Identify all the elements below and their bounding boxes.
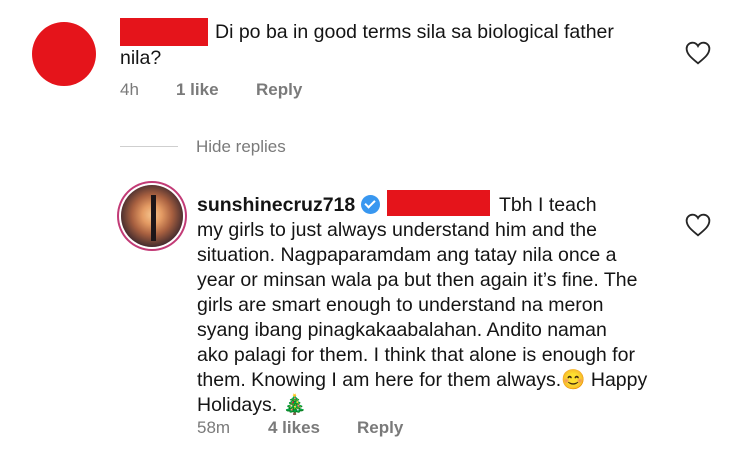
reply-time: 58m — [197, 418, 231, 437]
reply-line-7: them. Knowing I am here for them always.… — [197, 369, 648, 391]
reply-button[interactable]: Reply — [256, 80, 302, 100]
comment-likes[interactable]: 1 like — [176, 80, 219, 100]
hide-replies-button[interactable]: Hide replies — [196, 137, 286, 157]
reply-line-3: year or minsan wala pa but then again it… — [197, 269, 638, 291]
heart-outline-icon[interactable] — [685, 41, 711, 65]
reply-label: Reply — [256, 80, 303, 99]
reply-line-4: girls are smart enough to understand na … — [197, 294, 604, 316]
verified-badge-icon — [361, 195, 381, 214]
thread-divider — [120, 146, 178, 147]
reply-line-2: situation. Nagpaparamdam ang tatay nila … — [197, 244, 617, 266]
avatar-sunshinecruz718[interactable] — [121, 185, 183, 247]
reply-line-1: my girls to just always understand him a… — [197, 219, 597, 241]
heart-outline-icon[interactable] — [685, 213, 711, 237]
reply-reply-label: Reply — [357, 418, 404, 437]
redacted-mention — [387, 190, 490, 216]
likes-count: 1 like — [176, 80, 219, 99]
reply-line-6: ako palagi for them. I think that alone … — [197, 344, 635, 366]
avatar-tower-silhouette — [151, 195, 156, 241]
reply-line-5: syang ibang pinagkakaabalahan. Andito na… — [197, 319, 607, 341]
reply-likes[interactable]: 4 likes — [268, 418, 320, 438]
reply-reply-button[interactable]: Reply — [357, 418, 403, 438]
comment-time: 4h — [120, 80, 139, 99]
reply-first-line-tail: Tbh I teach — [499, 194, 597, 216]
comment-text-line2: nila? — [120, 47, 162, 69]
reply-likes-count: 4 likes — [268, 418, 320, 437]
reply-line-8: Holidays. 🎄 — [197, 394, 307, 416]
comment-text-line1: Di po ba in good terms sila sa biologica… — [215, 21, 614, 43]
redacted-username — [120, 18, 208, 46]
reply-username[interactable]: sunshinecruz718 — [197, 194, 355, 216]
avatar-redacted[interactable] — [32, 22, 96, 86]
